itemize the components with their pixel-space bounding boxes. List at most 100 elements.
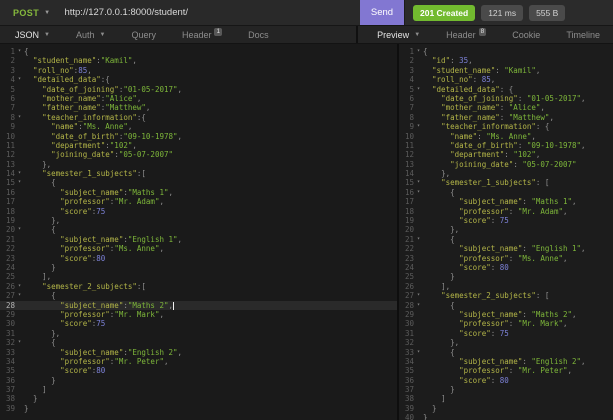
fold-arrow-icon[interactable] <box>15 404 24 413</box>
fold-arrow-icon[interactable] <box>414 225 423 234</box>
editor-line[interactable]: 16▾ { <box>399 188 613 197</box>
url-input[interactable]: http://127.0.0.1:8000/student/ <box>64 7 188 18</box>
fold-arrow-icon[interactable] <box>15 272 24 281</box>
editor-line[interactable]: 32▾ { <box>0 338 397 347</box>
fold-arrow-icon[interactable] <box>15 394 24 403</box>
editor-line[interactable]: 30 "professor": "Mr. Mark", <box>399 319 613 328</box>
editor-line[interactable]: 2 "id": 35, <box>399 56 613 65</box>
fold-arrow-icon[interactable] <box>15 385 24 394</box>
fold-arrow-icon[interactable] <box>15 197 24 206</box>
editor-line[interactable]: 6 "date_of_joining": "01-05-2017", <box>399 94 613 103</box>
fold-arrow-icon[interactable] <box>15 132 24 141</box>
editor-line[interactable]: 14▾ "semester_1_subjects":[ <box>0 169 397 178</box>
editor-line[interactable]: 1▾{ <box>0 47 397 56</box>
editor-line[interactable]: 19 "score": 75 <box>399 216 613 225</box>
tab-preview[interactable]: Preview▼ <box>364 26 433 43</box>
fold-arrow-icon[interactable] <box>414 197 423 206</box>
fold-arrow-icon[interactable] <box>414 329 423 338</box>
fold-arrow-icon[interactable] <box>414 94 423 103</box>
editor-line[interactable]: 27▾ { <box>0 291 397 300</box>
fold-arrow-icon[interactable]: ▾ <box>15 291 24 300</box>
send-button[interactable]: Send <box>360 0 404 25</box>
editor-line[interactable]: 3 "roll_no":85, <box>0 66 397 75</box>
tab-header[interactable]: Header1 <box>169 26 235 43</box>
editor-line[interactable]: 20▾ { <box>0 225 397 234</box>
fold-arrow-icon[interactable] <box>414 338 423 347</box>
request-body-editor[interactable]: 1▾{2 "student_name":"Kamil",3 "roll_no":… <box>0 44 397 420</box>
editor-line[interactable]: 17 "subject_name": "Maths 1", <box>399 197 613 206</box>
fold-arrow-icon[interactable] <box>414 254 423 263</box>
editor-line[interactable]: 32 }, <box>399 338 613 347</box>
fold-arrow-icon[interactable] <box>414 207 423 216</box>
editor-line[interactable]: 15▾ "semester_1_subjects": [ <box>399 178 613 187</box>
editor-line[interactable]: 25 ], <box>0 272 397 281</box>
fold-arrow-icon[interactable]: ▾ <box>15 75 24 84</box>
tab-query[interactable]: Query <box>118 26 169 43</box>
editor-line[interactable]: 31 "score": 75 <box>399 329 613 338</box>
editor-line[interactable]: 26▾ "semester_2_subjects":[ <box>0 282 397 291</box>
fold-arrow-icon[interactable] <box>15 85 24 94</box>
editor-line[interactable]: 10 "date_of_birth":"09-10-1978", <box>0 132 397 141</box>
fold-arrow-icon[interactable] <box>15 254 24 263</box>
editor-line[interactable]: 9 "name":"Ms. Anne", <box>0 122 397 131</box>
editor-line[interactable]: 12 "department": "102", <box>399 150 613 159</box>
fold-arrow-icon[interactable] <box>414 310 423 319</box>
editor-line[interactable]: 13 }, <box>0 160 397 169</box>
tab-docs[interactable]: Docs <box>235 26 282 43</box>
fold-arrow-icon[interactable] <box>414 169 423 178</box>
editor-line[interactable]: 18 "score":75 <box>0 207 397 216</box>
fold-arrow-icon[interactable] <box>414 319 423 328</box>
fold-arrow-icon[interactable] <box>15 357 24 366</box>
editor-line[interactable]: 37 ] <box>0 385 397 394</box>
fold-arrow-icon[interactable] <box>15 216 24 225</box>
editor-line[interactable]: 21 "subject_name":"English 1", <box>0 235 397 244</box>
fold-arrow-icon[interactable] <box>15 366 24 375</box>
fold-arrow-icon[interactable]: ▾ <box>15 47 24 56</box>
fold-arrow-icon[interactable]: ▾ <box>15 169 24 178</box>
editor-line[interactable]: 33▾ { <box>399 348 613 357</box>
fold-arrow-icon[interactable] <box>414 357 423 366</box>
fold-arrow-icon[interactable]: ▾ <box>15 225 24 234</box>
editor-line[interactable]: 13 "joining_date": "05-07-2007" <box>399 160 613 169</box>
fold-arrow-icon[interactable] <box>414 272 423 281</box>
fold-arrow-icon[interactable]: ▾ <box>414 122 423 131</box>
fold-arrow-icon[interactable] <box>15 263 24 272</box>
fold-arrow-icon[interactable]: ▾ <box>15 282 24 291</box>
editor-line[interactable]: 9▾ "teacher_information": { <box>399 122 613 131</box>
fold-arrow-icon[interactable] <box>414 263 423 272</box>
fold-arrow-icon[interactable] <box>15 310 24 319</box>
editor-line[interactable]: 34 "professor":"Mr. Peter", <box>0 357 397 366</box>
fold-arrow-icon[interactable]: ▾ <box>414 301 423 310</box>
editor-line[interactable]: 31 }, <box>0 329 397 338</box>
editor-line[interactable]: 28 "subject_name":"Maths 2", <box>0 301 397 310</box>
editor-line[interactable]: 6 "mother_name":"Alice", <box>0 94 397 103</box>
fold-arrow-icon[interactable] <box>15 122 24 131</box>
editor-line[interactable]: 38 } <box>0 394 397 403</box>
editor-line[interactable]: 14 }, <box>399 169 613 178</box>
editor-line[interactable]: 2 "student_name":"Kamil", <box>0 56 397 65</box>
editor-line[interactable]: 23 "score":80 <box>0 254 397 263</box>
fold-arrow-icon[interactable] <box>414 150 423 159</box>
fold-arrow-icon[interactable] <box>414 385 423 394</box>
editor-line[interactable]: 5▾ "detailed_data": { <box>399 85 613 94</box>
editor-line[interactable]: 34 "subject_name": "English 2", <box>399 357 613 366</box>
fold-arrow-icon[interactable] <box>15 376 24 385</box>
fold-arrow-icon[interactable] <box>414 113 423 122</box>
fold-arrow-icon[interactable] <box>414 376 423 385</box>
editor-line[interactable]: 24 } <box>0 263 397 272</box>
editor-line[interactable]: 11 "department":"102", <box>0 141 397 150</box>
fold-arrow-icon[interactable] <box>414 404 423 413</box>
editor-line[interactable]: 27▾ "semester_2_subjects": [ <box>399 291 613 300</box>
fold-arrow-icon[interactable] <box>15 103 24 112</box>
fold-arrow-icon[interactable] <box>414 141 423 150</box>
fold-arrow-icon[interactable] <box>15 56 24 65</box>
editor-line[interactable]: 4▾ "detailed_data":{ <box>0 75 397 84</box>
editor-line[interactable]: 29 "subject_name": "Maths 2", <box>399 310 613 319</box>
editor-line[interactable]: 22 "subject_name": "English 1", <box>399 244 613 253</box>
fold-arrow-icon[interactable] <box>414 244 423 253</box>
editor-line[interactable]: 20 }, <box>399 225 613 234</box>
editor-line[interactable]: 24 "score": 80 <box>399 263 613 272</box>
fold-arrow-icon[interactable] <box>414 56 423 65</box>
editor-line[interactable]: 40} <box>399 413 613 420</box>
editor-line[interactable]: 37 } <box>399 385 613 394</box>
